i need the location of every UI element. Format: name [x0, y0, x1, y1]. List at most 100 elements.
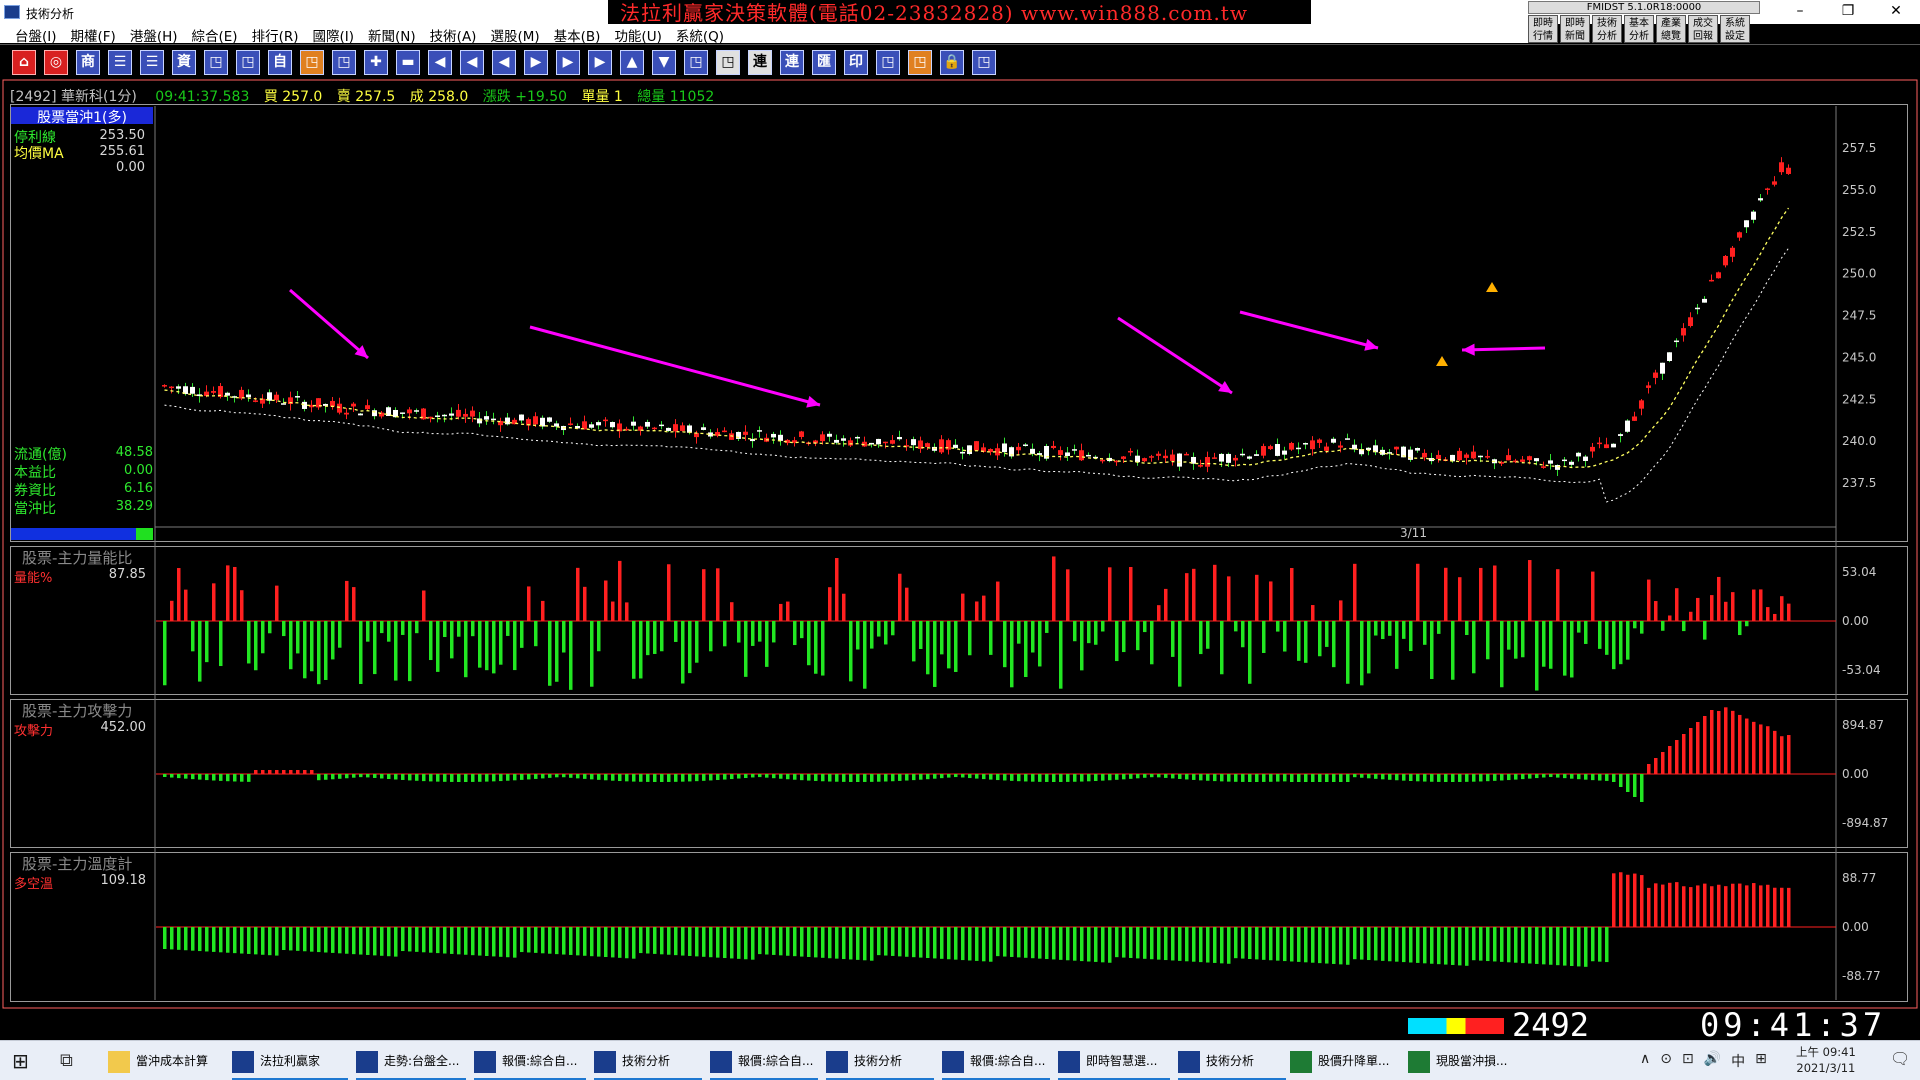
candle-body: [1646, 385, 1651, 388]
attack-power-bar: [744, 774, 748, 779]
attack-power-bar: [261, 770, 265, 774]
attack-power-bar: [1080, 774, 1084, 782]
taskbar-item-4[interactable]: 技術分析: [594, 1042, 702, 1080]
tray-icon-4[interactable]: 中: [1731, 1051, 1745, 1071]
volume-ratio-bar: [1199, 621, 1203, 655]
price-tick-label: 255.0: [1842, 183, 1876, 197]
candle-body: [246, 394, 251, 398]
tray-icon-1[interactable]: ⊙: [1660, 1051, 1672, 1071]
attack-power-bar: [1143, 774, 1147, 778]
price-tick-label: 245.0: [1842, 350, 1876, 364]
volume-ratio-bar: [1521, 621, 1525, 658]
attack-power-bar: [415, 774, 419, 781]
candle-body: [281, 403, 286, 405]
taskbar-item-1[interactable]: 法拉利贏家: [232, 1042, 348, 1080]
volume-ratio-bar: [534, 621, 538, 647]
thermometer-bar: [1759, 885, 1763, 927]
thermometer-bar: [1241, 927, 1245, 959]
thermometer-bar: [1696, 885, 1700, 927]
taskbar-item-2[interactable]: 走勢:台盤全...: [356, 1042, 466, 1080]
taskbar-item-8[interactable]: 即時智慧選...: [1058, 1042, 1170, 1080]
thermometer-bar: [1171, 927, 1175, 961]
candle-body: [554, 423, 559, 427]
volume-ratio-bar: [296, 621, 300, 654]
annotation-arrow: [529, 325, 821, 407]
candle-body: [1520, 459, 1525, 462]
taskbar-item-5[interactable]: 報價:綜合自...: [710, 1042, 818, 1080]
taskbar-item-10[interactable]: 股價升降單...: [1290, 1042, 1398, 1080]
volume-ratio-bar: [1633, 621, 1637, 629]
thermometer-bar: [996, 927, 1000, 957]
thermometer-bar: [835, 927, 839, 959]
attack-power-bar: [1346, 774, 1350, 782]
attack-power-bar: [352, 774, 356, 778]
attack-power-bar: [562, 774, 566, 778]
thermometer-bar: [1052, 927, 1056, 960]
candle-body: [722, 430, 727, 433]
task-view-icon[interactable]: ⧉: [60, 1050, 73, 1071]
thermometer-bar: [303, 927, 307, 952]
volume-ratio-bar: [1164, 588, 1168, 621]
tray-icon-0[interactable]: ∧: [1640, 1051, 1650, 1071]
notification-icon[interactable]: 🗨: [1890, 1049, 1910, 1068]
volume-ratio-tick-label: 0.00: [1842, 614, 1869, 628]
attack-power-bar: [1052, 774, 1056, 782]
thermometer-bar: [1248, 927, 1252, 960]
thermometer-bar: [541, 927, 545, 954]
chart-canvas[interactable]: 257.5 255.0 252.5 250.0 247.5 245.0 242.5 240.0…: [0, 0, 1920, 1080]
attack-power-bar: [1094, 774, 1098, 782]
attack-power-bar: [219, 774, 223, 781]
taskbar-item-0[interactable]: 當沖成本計算: [108, 1042, 224, 1080]
attack-power-bar: [345, 774, 349, 779]
thermometer-bar: [240, 927, 244, 954]
tray-icon-5[interactable]: ⊞: [1755, 1051, 1767, 1071]
thermometer-bar: [1437, 927, 1441, 965]
thermometer-bar: [891, 927, 895, 956]
candle-body: [1128, 450, 1133, 453]
thermometer-bar: [1262, 927, 1266, 960]
volume-ratio-bar: [527, 586, 531, 621]
thermometer-bar: [688, 927, 692, 956]
volume-ratio-bar: [1682, 621, 1686, 632]
candle-body: [1289, 443, 1294, 450]
start-icon[interactable]: ⊞: [12, 1049, 29, 1073]
volume-ratio-bar: [702, 569, 706, 621]
attack-power-bar: [534, 774, 538, 779]
tray-icon-2[interactable]: ⊡: [1682, 1051, 1694, 1071]
system-clock[interactable]: 上午 09:41 2021/3/11: [1796, 1044, 1856, 1076]
candle-body: [344, 412, 349, 415]
system-tray: ∧ ⊙ ⊡ 🔊 中 ⊞: [1640, 1051, 1767, 1071]
taskbar-item-11[interactable]: 現股當沖損...: [1408, 1042, 1524, 1080]
candle-body: [659, 424, 664, 427]
attack-power-bar: [1318, 774, 1322, 782]
attack-power-bar: [471, 774, 475, 782]
volume-ratio-bar: [1605, 621, 1609, 655]
thermometer-bar: [1073, 927, 1077, 961]
volume-ratio-bar: [898, 573, 902, 621]
thermometer-bar: [219, 927, 223, 953]
candle-body: [1709, 279, 1714, 282]
taskbar-item-3[interactable]: 報價:綜合自...: [474, 1042, 586, 1080]
taskbar-item-7[interactable]: 報價:綜合自...: [942, 1042, 1050, 1080]
candle-body: [1436, 454, 1441, 460]
tray-icon-3[interactable]: 🔊: [1704, 1051, 1721, 1071]
taskbar-item-6[interactable]: 技術分析: [826, 1042, 934, 1080]
volume-ratio-bar: [282, 621, 286, 637]
taskbar-item-9[interactable]: 技術分析: [1178, 1042, 1286, 1080]
candle-body: [533, 416, 538, 425]
attack-power-bar: [1171, 774, 1175, 779]
attack-power-bar: [1738, 714, 1742, 774]
thermometer-bar: [1339, 927, 1343, 965]
volume-ratio-bar: [268, 621, 272, 634]
volume-ratio-bar: [1549, 621, 1553, 669]
attack-power-bar: [1262, 774, 1266, 782]
volume-ratio-bar: [1528, 560, 1532, 621]
thermometer-bar: [1626, 874, 1630, 927]
candle-body: [876, 438, 881, 445]
thermometer-bar: [1227, 927, 1231, 964]
volume-ratio-bar: [674, 621, 678, 642]
volume-ratio-bar: [1451, 621, 1455, 680]
attack-power-bar: [877, 774, 881, 782]
thermometer-bar: [1598, 927, 1602, 962]
candle-body: [190, 386, 195, 394]
